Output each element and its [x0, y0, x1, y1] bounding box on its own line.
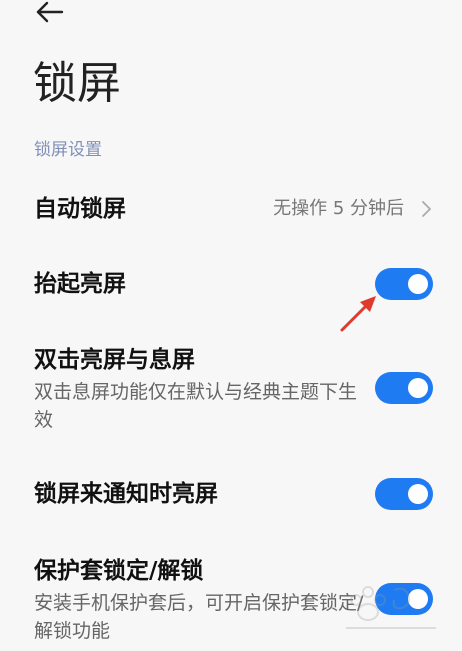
toggle-knob — [408, 378, 428, 398]
setting-subtitle: 双击息屏功能仅在默认与经典主题下生效 — [34, 381, 358, 431]
setting-auto-lock[interactable]: 自动锁屏 无操作 5 分钟后 — [0, 190, 462, 230]
watermark-logo-icon — [346, 586, 436, 629]
setting-raise-to-wake[interactable]: 抬起亮屏 — [0, 265, 462, 305]
setting-title: 保护套锁定/解锁 — [34, 558, 204, 584]
setting-title: 抬起亮屏 — [34, 271, 126, 297]
setting-subtitle: 安装手机保护套后，可开启保护套锁定/解锁功能 — [34, 592, 364, 642]
chevron-right-icon — [422, 201, 431, 217]
back-button[interactable] — [30, 0, 70, 30]
setting-title: 锁屏来通知时亮屏 — [34, 481, 218, 507]
double-tap-toggle[interactable] — [375, 372, 433, 404]
back-arrow-icon — [36, 1, 64, 23]
page-title: 锁屏 — [33, 58, 121, 109]
setting-wake-on-notification[interactable]: 锁屏来通知时亮屏 — [0, 476, 462, 516]
toggle-knob — [408, 484, 428, 504]
raise-to-wake-toggle[interactable] — [375, 268, 433, 300]
toggle-knob — [408, 274, 428, 294]
setting-title: 自动锁屏 — [34, 196, 126, 222]
section-header: 锁屏设置 — [34, 140, 102, 160]
setting-double-tap-wake-sleep[interactable]: 双击亮屏与息屏 双击息屏功能仅在默认与经典主题下生效 — [0, 342, 462, 434]
lock-screen-settings-page: 锁屏 锁屏设置 自动锁屏 无操作 5 分钟后 抬起亮屏 双击亮屏与息屏 双击息屏… — [0, 0, 462, 651]
wake-on-notification-toggle[interactable] — [375, 478, 433, 510]
annotation-arrow-icon — [340, 296, 376, 332]
setting-value: 无操作 5 分钟后 — [273, 198, 404, 219]
setting-title: 双击亮屏与息屏 — [34, 347, 195, 373]
